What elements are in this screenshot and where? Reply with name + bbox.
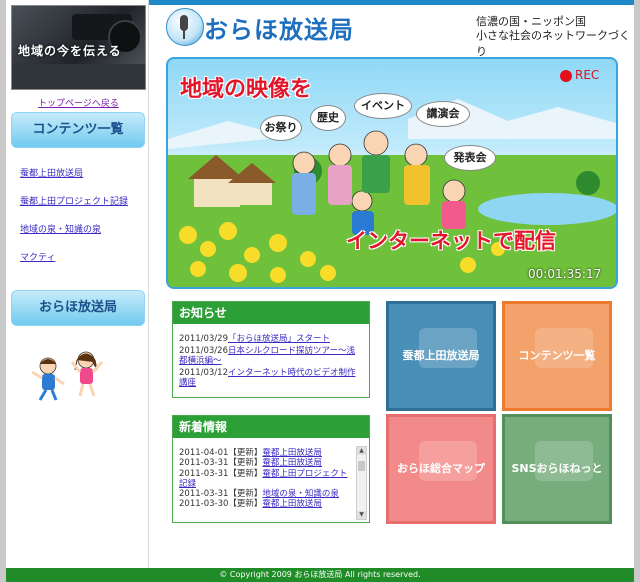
site-title[interactable]: おらほ放送局	[204, 10, 354, 45]
latest-item: 2011-03-31【更新】蚕都上田放送局	[179, 458, 355, 468]
news-list: 2011/03/29「おらほ放送局」スタート 2011/03/26日本シルクロー…	[173, 324, 369, 389]
latest-list[interactable]: 2011-04-01【更新】蚕都上田放送局 2011-03-31【更新】蚕都上田…	[179, 448, 355, 520]
latest-box: 新着情報 2011-04-01【更新】蚕都上田放送局 2011-03-31【更新…	[172, 415, 370, 523]
latest-tag: 【更新】	[228, 489, 263, 500]
latest-item: 2011-04-01【更新】蚕都上田放送局	[179, 448, 355, 458]
sidebar-link-saito-ueda[interactable]: 蚕都上田放送局	[20, 166, 83, 179]
news-date: 2011/03/26	[179, 345, 228, 356]
news-box: お知らせ 2011/03/29「おらほ放送局」スタート 2011/03/26日本…	[172, 301, 370, 398]
tile-label: 蚕都上田放送局	[402, 349, 480, 362]
tile-label: コンテンツ一覧	[518, 349, 596, 362]
hero-banner: 地域の映像を REC お祭り 歴史 イベント 講演会 発表会 インターネットで配…	[166, 57, 618, 289]
tile-label: おらほ総合マップ	[397, 462, 485, 475]
contents-heading: コンテンツ一覧	[11, 112, 145, 148]
tagline-secondary: 小さな社会のネットワークづくり	[476, 29, 630, 58]
top-page-link[interactable]: トップページへ戻る	[38, 96, 119, 109]
scroll-thumb[interactable]	[358, 461, 365, 471]
rec-label: REC	[575, 68, 600, 82]
footer-copyright: © Copyright 2009 おらほ放送局 All rights reser…	[6, 568, 634, 582]
sidebar: 地域の今を伝える トップページへ戻る コンテンツ一覧 蚕都上田放送局 蚕都上田プ…	[6, 0, 149, 570]
news-item: 2011/03/26日本シルクロード探訪ツアー～浅都横浜編～	[179, 346, 363, 367]
kids-illustration	[31, 351, 104, 401]
photo-caption: 地域の今を伝える	[18, 44, 122, 58]
tile-label: SNSおらほねっと	[511, 462, 603, 475]
timecode: 00:01:35:17	[528, 267, 602, 281]
hero-title: 地域の映像を	[180, 77, 313, 102]
latest-item: 2011-03-31【更新】蚕都上田プロジェクト記録	[179, 469, 355, 490]
latest-date: 2011-03-31	[179, 468, 229, 479]
sidebar-photo: 地域の今を伝える	[11, 5, 146, 90]
hero-bottom-text: インターネットで配信	[346, 229, 556, 253]
news-date: 2011/03/29	[179, 334, 228, 344]
studio-desk-shape	[12, 64, 145, 89]
sidebar-link-knowledge-spring[interactable]: 地域の泉・知識の泉	[20, 222, 101, 235]
latest-link[interactable]: 地域の泉・知識の泉	[262, 489, 339, 499]
rec-dot-icon	[560, 69, 572, 82]
sidebar-link-makuti[interactable]: マクティ	[20, 250, 55, 263]
tile-saito-ueda[interactable]: 蚕都上田放送局	[386, 301, 496, 411]
latest-date: 2011-03-31	[179, 489, 229, 500]
latest-date: 2011-03-31	[179, 458, 229, 469]
latest-link[interactable]: 蚕都上田放送局	[262, 458, 322, 468]
tile-contents[interactable]: コンテンツ一覧	[502, 301, 612, 411]
latest-date: 2011-03-30	[179, 499, 229, 510]
bubble-presentation: 発表会	[444, 145, 496, 171]
news-heading: お知らせ	[173, 302, 369, 324]
microphone-logo-icon	[166, 8, 204, 46]
news-item: 2011/03/29「おらほ放送局」スタート	[179, 334, 363, 345]
news-item: 2011/03/12インターネット時代のビデオ制作講座	[179, 368, 363, 389]
scroll-up-icon[interactable]: ▲	[357, 447, 366, 455]
latest-scrollbar[interactable]: ▲ ▼	[356, 446, 367, 520]
latest-item: 2011-03-30【更新】蚕都上田放送局	[179, 499, 355, 509]
bubble-history: 歴史	[310, 105, 346, 131]
bubble-festival: お祭り	[260, 115, 302, 141]
latest-tag: 【更新】	[228, 468, 263, 479]
latest-tag: 【更新】	[228, 499, 263, 510]
rec-indicator: REC	[560, 68, 599, 82]
news-date: 2011/03/12	[179, 367, 228, 378]
latest-date: 2011-04-01	[179, 448, 229, 458]
tile-sns[interactable]: SNSおらほねっと	[502, 414, 612, 524]
news-link[interactable]: 「おらほ放送局」スタート	[228, 334, 330, 344]
latest-item: 2011-03-31【更新】地域の泉・知識の泉	[179, 489, 355, 499]
latest-tag: 【更新】	[228, 448, 263, 458]
bubble-event: イベント	[354, 93, 412, 119]
sidebar-link-project-record[interactable]: 蚕都上田プロジェクト記録	[20, 194, 128, 207]
scroll-down-icon[interactable]: ▼	[357, 511, 366, 519]
latest-tag: 【更新】	[228, 458, 263, 469]
latest-heading: 新着情報	[173, 416, 369, 438]
page: 地域の今を伝える トップページへ戻る コンテンツ一覧 蚕都上田放送局 蚕都上田プ…	[6, 0, 634, 582]
bubble-lecture: 講演会	[416, 101, 470, 127]
station-heading[interactable]: おらほ放送局	[11, 290, 145, 326]
top-accent-bar	[146, 0, 634, 5]
tile-map[interactable]: おらほ総合マップ	[386, 414, 496, 524]
latest-link[interactable]: 蚕都上田放送局	[262, 448, 322, 458]
latest-link[interactable]: 蚕都上田放送局	[262, 499, 322, 509]
